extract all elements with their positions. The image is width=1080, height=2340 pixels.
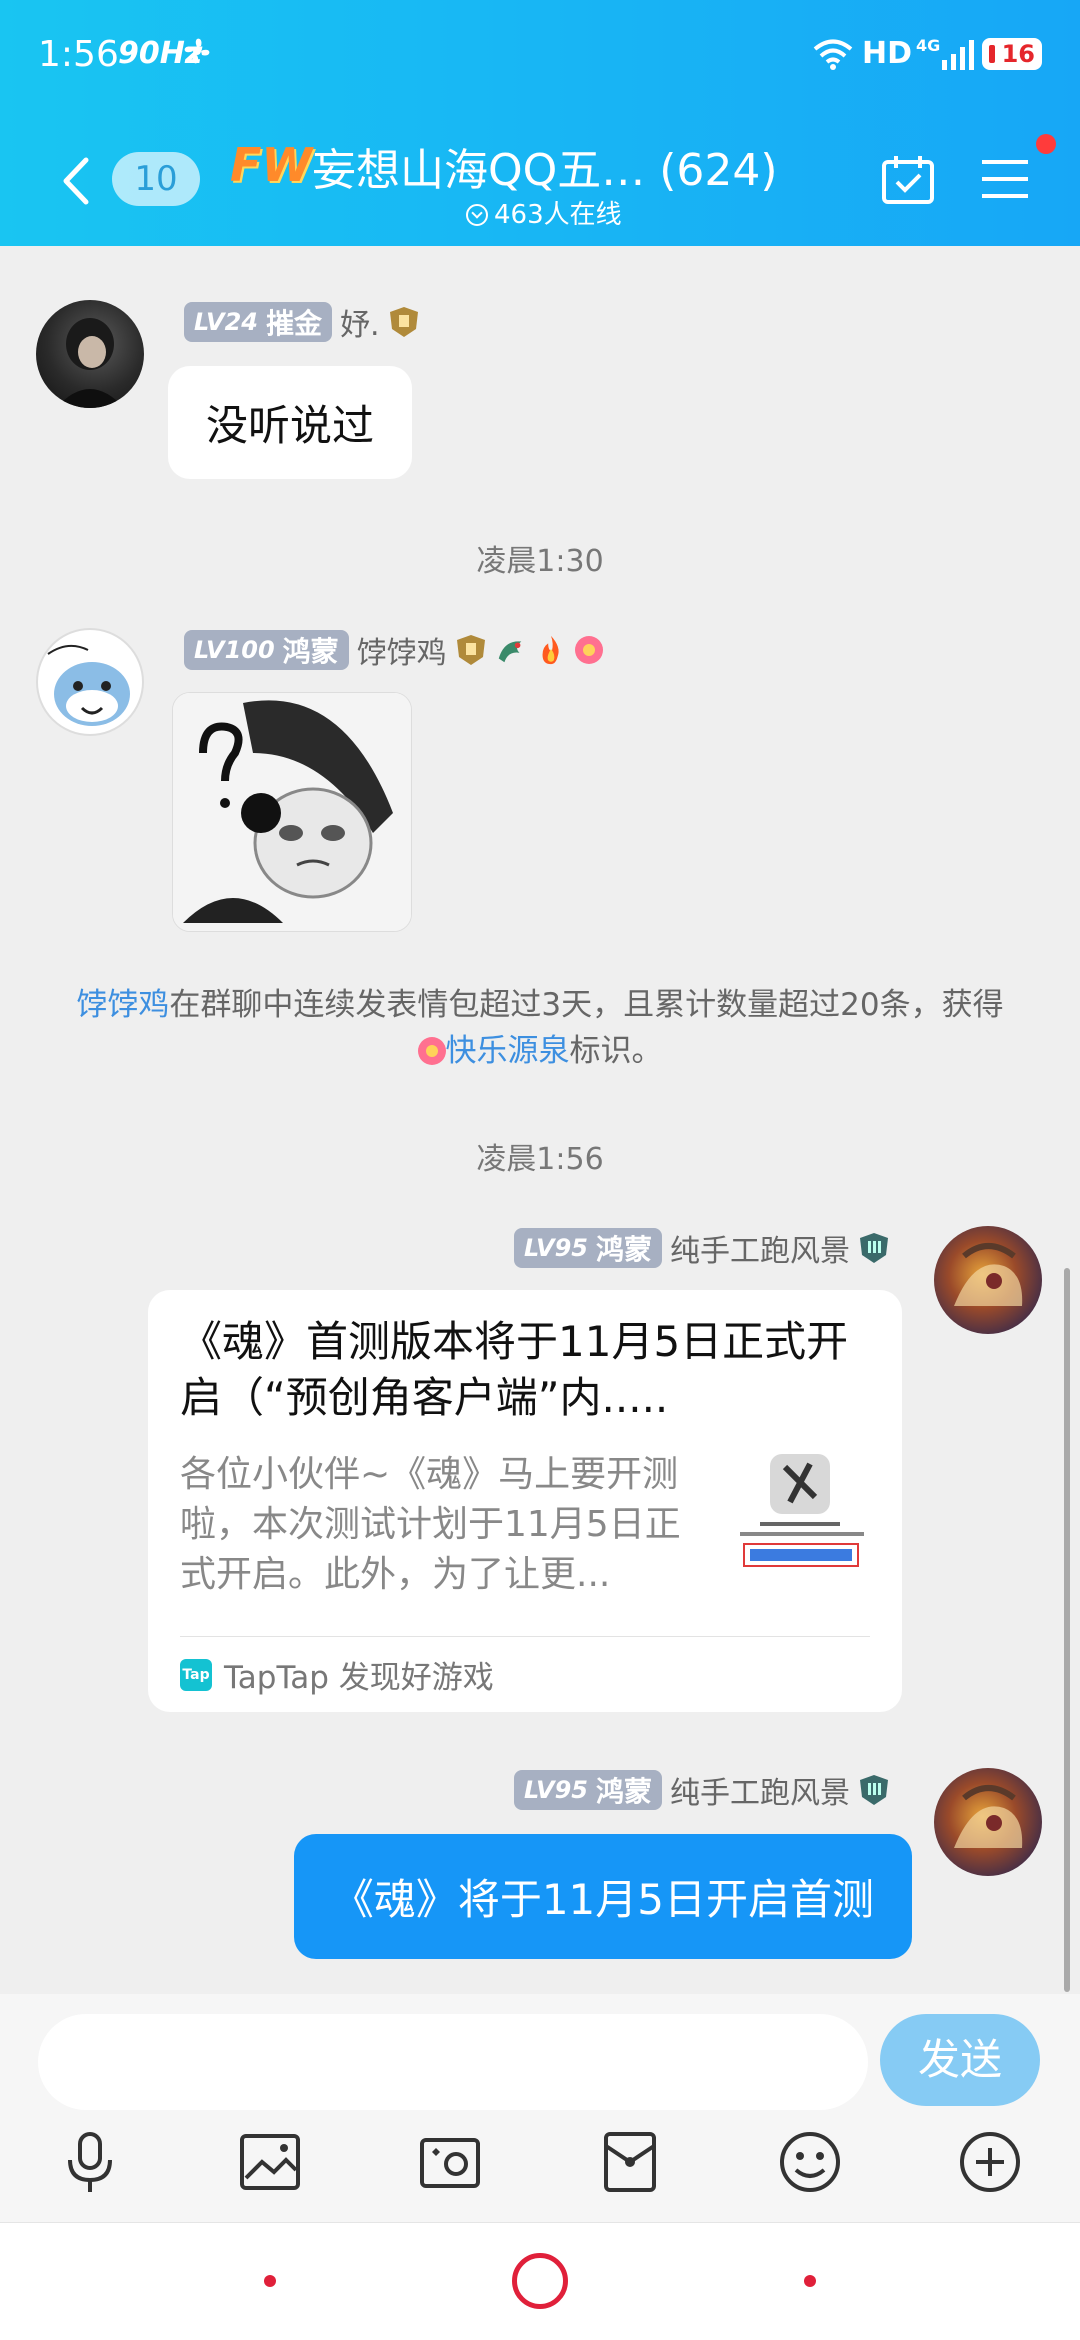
sender-name-row: LV100 鸿蒙 饽饽鸡 <box>184 628 603 672</box>
scrollbar[interactable] <box>1064 1268 1070 1992</box>
avatar[interactable] <box>36 628 144 736</box>
gold-shield-icon <box>389 307 418 337</box>
message-bubble[interactable]: 没听说过 <box>168 366 413 479</box>
sender-nickname: 饽饽鸡 <box>356 636 447 671</box>
sender-name-row: LV24 摧金 妤. <box>184 300 420 344</box>
teal-shield-icon <box>860 1233 888 1263</box>
unread-count-badge[interactable]: 10 <box>112 152 200 206</box>
shark-cartoon-icon <box>47 644 130 726</box>
menu-icon[interactable] <box>980 158 1030 200</box>
card-thumbnail <box>730 1452 870 1592</box>
level-badge: LV24 摧金 <box>184 302 332 342</box>
taptap-icon: Tap <box>180 1658 212 1691</box>
fire-badge-icon <box>542 635 559 665</box>
sender-nickname: 纯手工跑风景 <box>670 1776 850 1811</box>
emoji-icon[interactable] <box>774 2126 846 2198</box>
battery-indicator: 16 <box>982 38 1042 70</box>
gold-shield-icon <box>456 635 485 665</box>
red-packet-icon[interactable] <box>594 2126 666 2198</box>
timestamp: 凌晨1:30 <box>476 544 604 579</box>
flower-badge-icon <box>417 1037 446 1065</box>
dragon-avatar-icon <box>954 1785 1023 1848</box>
card-description: 各位小伙伴~《魂》马上要开测啦，本次测试计划于11月5日正式开启。此外，为了让更… <box>180 1454 681 1595</box>
notice-user-link[interactable]: 饽饽鸡 <box>76 987 169 1023</box>
message-bubble-self[interactable]: 《魂》将于11月5日开启首测 <box>293 1834 912 1959</box>
input-toolbar <box>0 2126 1080 2226</box>
online-count: 463人在线 <box>466 194 622 231</box>
level-badge: LV95 鸿蒙 <box>514 1770 662 1810</box>
message-input[interactable] <box>38 2014 868 2110</box>
card-source: Tap TapTap 发现好游戏 <box>180 1652 494 1697</box>
system-notice: 饽饽鸡在群聊中连续发表情包超过3天，且累计数量超过20条，获得 快乐源泉标识。 <box>76 987 1004 1069</box>
share-card[interactable]: 《魂》首测版本将于11月5日正式开启（“预创角客户端”内..... 各位小伙伴~… <box>148 1290 902 1712</box>
notice-badge-link[interactable]: 快乐源泉 <box>446 1033 570 1069</box>
wifi-icon <box>813 39 853 70</box>
sender-nickname: 纯手工跑风景 <box>670 1234 850 1269</box>
dragon-avatar-icon <box>954 1243 1023 1306</box>
status-time: 1:56 <box>38 34 119 75</box>
network-hd: HD <box>862 36 913 71</box>
flower-badge-icon <box>574 636 603 664</box>
signal-icon <box>942 40 974 70</box>
chat-header: 1:56 90Hz HD 4G 16 10 FW 妄想山海QQ五… (624) … <box>0 0 1080 246</box>
timestamp: 凌晨1:56 <box>476 1142 604 1177</box>
group-logo: FW <box>230 138 313 192</box>
fan-icon <box>184 38 210 64</box>
sender-name-row: LV95 鸿蒙 纯手工跑风景 <box>514 1768 890 1812</box>
sender-nickname: 妤. <box>339 308 380 343</box>
sender-name-row: LV95 鸿蒙 纯手工跑风景 <box>514 1226 890 1270</box>
status-bar: 1:56 90Hz HD 4G 16 <box>0 0 1080 110</box>
nav-home-button[interactable] <box>512 2253 568 2309</box>
camera-icon[interactable] <box>414 2126 486 2198</box>
back-arrow-icon[interactable] <box>56 156 96 206</box>
avatar[interactable] <box>934 1226 1042 1334</box>
card-title: 《魂》首测版本将于11月5日正式开启（“预创角客户端”内..... <box>180 1317 849 1422</box>
dragon-badge-icon <box>498 641 522 663</box>
nav-recents-button[interactable] <box>804 2275 816 2287</box>
input-area: 发送 <box>0 1994 1080 2340</box>
notification-dot <box>1036 134 1056 154</box>
calendar-check-icon[interactable] <box>880 154 936 206</box>
teal-shield-icon <box>860 1775 888 1805</box>
avatar-figure-icon <box>56 318 124 408</box>
group-title[interactable]: 妄想山海QQ五… (624) <box>312 134 778 198</box>
panda-meme-icon <box>173 693 411 931</box>
sticker-image[interactable] <box>172 692 412 932</box>
plus-icon[interactable] <box>954 2126 1026 2198</box>
level-badge: LV100 鸿蒙 <box>184 630 349 670</box>
avatar[interactable] <box>36 300 144 408</box>
microphone-icon[interactable] <box>54 2126 126 2198</box>
network-type: 4G <box>916 36 941 55</box>
level-badge: LV95 鸿蒙 <box>514 1228 662 1268</box>
system-nav-bar <box>0 2222 1080 2340</box>
nav-back-button[interactable] <box>264 2275 276 2287</box>
image-icon[interactable] <box>234 2126 306 2198</box>
send-button[interactable]: 发送 <box>880 2014 1040 2106</box>
avatar[interactable] <box>934 1768 1042 1876</box>
card-divider <box>180 1636 870 1637</box>
online-check-icon <box>466 204 488 226</box>
